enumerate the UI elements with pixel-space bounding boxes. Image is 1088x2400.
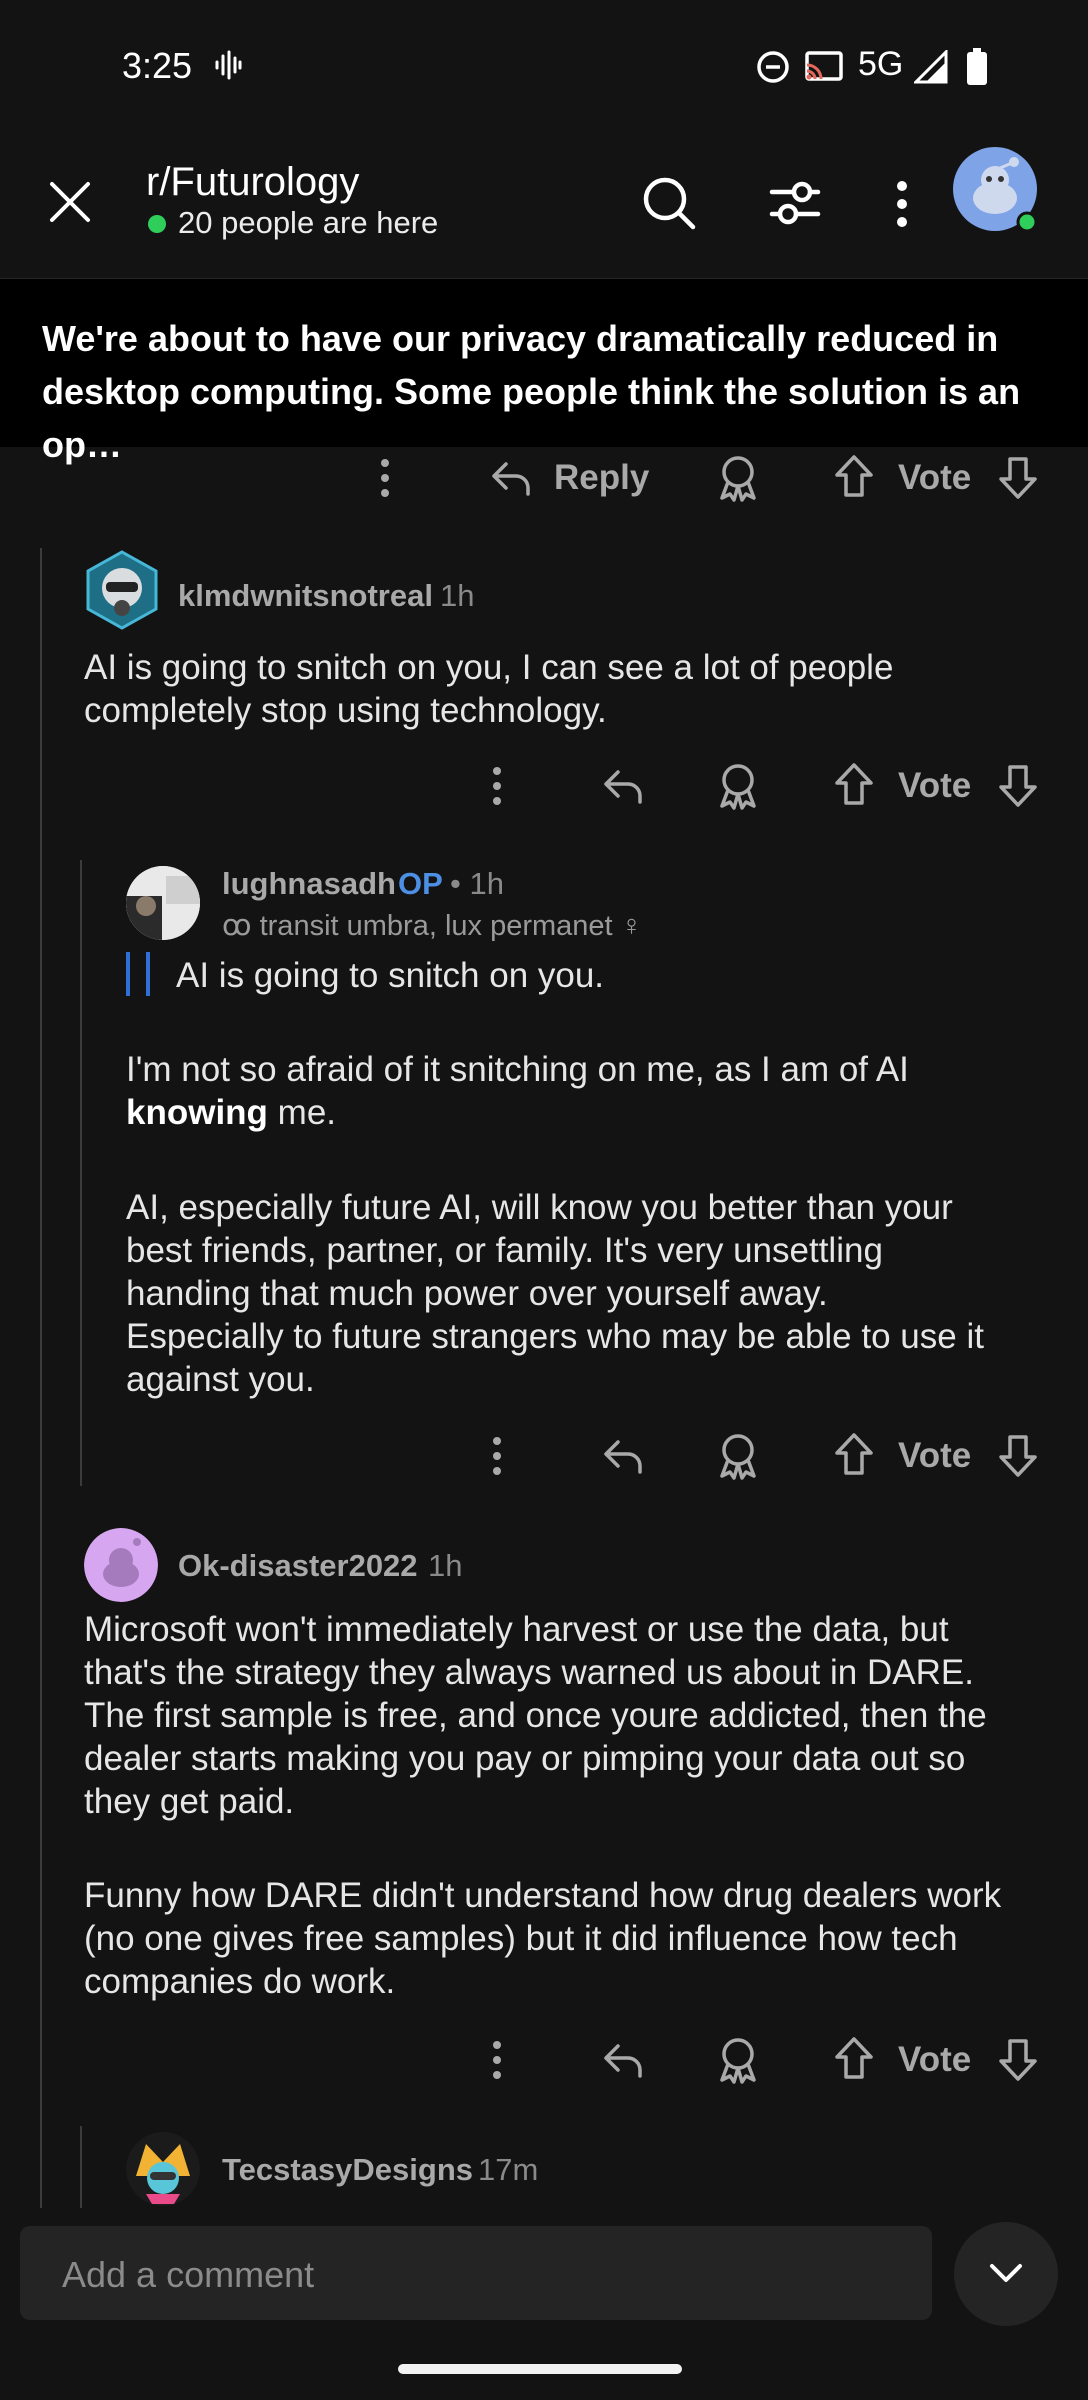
status-time: 3:25 (122, 45, 193, 86)
comment-age: 1h (440, 578, 475, 613)
award-icon[interactable] (716, 2036, 760, 2084)
reply-button[interactable]: Reply (554, 458, 649, 498)
comment-age: 17m (478, 2152, 539, 2187)
commenter-avatar[interactable] (84, 1528, 158, 1602)
comment-age: • 1h (450, 866, 504, 901)
vote-count: Vote (898, 2040, 972, 2079)
downvote-icon[interactable] (998, 2038, 1038, 2082)
comment-author[interactable]: lughnasadh (222, 866, 396, 902)
comment-body: Funny how DARE didn't understand how dru… (84, 1876, 1002, 2001)
signal-icon (914, 50, 948, 84)
more-icon[interactable] (490, 2040, 504, 2080)
vote-count: Vote (898, 458, 972, 497)
close-icon[interactable] (48, 180, 92, 224)
cast-icon (804, 50, 844, 84)
downvote-icon[interactable] (998, 764, 1038, 808)
award-icon[interactable] (716, 1432, 760, 1480)
award-icon[interactable] (716, 454, 760, 502)
chevron-down-icon[interactable] (988, 2260, 1024, 2286)
op-badge: OP (398, 866, 443, 901)
thread-line[interactable] (80, 860, 82, 1486)
thread-line[interactable] (40, 548, 42, 2208)
filter-icon[interactable] (768, 180, 822, 228)
comment-body: AI, especially future AI, will know you … (126, 1188, 984, 1399)
vote-count: Vote (898, 766, 972, 805)
battery-icon (966, 48, 988, 86)
vote-count: Vote (898, 1436, 972, 1475)
audio-waveform-icon (214, 50, 242, 80)
more-icon[interactable] (490, 766, 504, 806)
post-title[interactable]: We're about to have our privacy dramatic… (42, 312, 1052, 471)
reply-icon[interactable] (602, 766, 644, 806)
online-count: 20 people are here (178, 205, 439, 240)
downvote-icon[interactable] (998, 456, 1038, 500)
award-icon[interactable] (716, 762, 760, 810)
commenter-avatar[interactable] (126, 866, 200, 940)
comment-placeholder[interactable]: Add a comment (62, 2254, 314, 2296)
upvote-icon[interactable] (834, 762, 874, 806)
upvote-icon[interactable] (834, 2036, 874, 2080)
comment-body: Microsoft won't immediately harvest or u… (84, 1610, 987, 1821)
comment-body: AI is going to snitch on you, I can see … (84, 648, 894, 730)
quote-bar (146, 952, 150, 996)
online-indicator (148, 215, 166, 233)
more-options-icon[interactable] (894, 180, 910, 228)
more-icon[interactable] (490, 1436, 504, 1476)
user-avatar[interactable] (952, 146, 1038, 232)
search-icon[interactable] (642, 176, 696, 230)
comment-author[interactable]: TecstasyDesigns (222, 2152, 473, 2188)
upvote-icon[interactable] (834, 454, 874, 498)
reply-icon[interactable] (602, 2040, 644, 2080)
quote-bar (126, 952, 130, 996)
quoted-text: AI is going to snitch on you. (176, 956, 605, 995)
network-type: 5G (858, 45, 904, 83)
user-flair: ꝏ transit umbra, lux permanet ♀ (222, 910, 643, 942)
comment-body: I'm not so afraid of it snitching on me,… (126, 1050, 909, 1132)
upvote-icon[interactable] (834, 1432, 874, 1476)
downvote-icon[interactable] (998, 1434, 1038, 1478)
comment-author[interactable]: Ok-disaster2022 (178, 1548, 418, 1584)
more-icon[interactable] (378, 458, 392, 498)
subreddit-name[interactable]: r/Futurology (146, 160, 359, 205)
commenter-avatar[interactable] (82, 550, 162, 630)
home-indicator[interactable] (398, 2364, 682, 2374)
reply-icon[interactable] (490, 458, 532, 498)
do-not-disturb-icon (756, 50, 790, 84)
commenter-avatar[interactable] (126, 2132, 200, 2206)
comment-age: 1h (428, 1548, 463, 1583)
comment-author[interactable]: klmdwnitsnotreal (178, 578, 433, 614)
reply-icon[interactable] (602, 1436, 644, 1476)
thread-line[interactable] (80, 2126, 82, 2210)
